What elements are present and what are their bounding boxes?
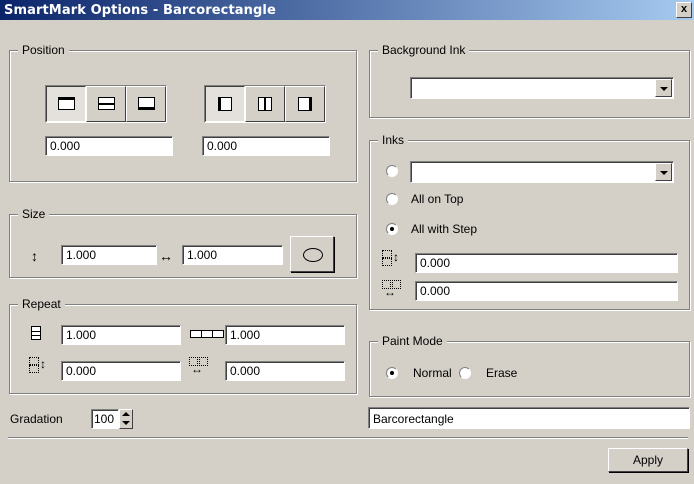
align-right-button[interactable] xyxy=(285,86,325,122)
normal-mode-label: Normal xyxy=(413,366,452,380)
all-with-step-label: All with Step xyxy=(411,222,478,236)
title-bar: SmartMark Options - Barcorectangle x xyxy=(0,0,694,20)
inks-dropdown[interactable] xyxy=(410,161,674,183)
align-left-button[interactable] xyxy=(205,86,245,122)
size-height-input[interactable]: 1.000 xyxy=(61,245,157,265)
align-middle-button[interactable] xyxy=(86,86,126,122)
gradation-spinner[interactable] xyxy=(119,409,133,429)
inks-horizontal-step-input[interactable]: 0.000 xyxy=(415,281,678,301)
all-on-top-label: All on Top xyxy=(411,192,464,206)
all-on-top-radio[interactable] xyxy=(386,193,398,205)
step-vertical-icon: ↕ xyxy=(382,250,400,266)
background-ink-legend: Background Ink xyxy=(378,42,470,58)
close-icon[interactable]: x xyxy=(676,2,692,18)
size-width-input[interactable]: 1.000 xyxy=(182,245,283,265)
gradation-input[interactable]: 100 xyxy=(91,409,119,429)
size-legend: Size xyxy=(18,206,50,222)
repeat-horizontal-icon xyxy=(190,330,224,338)
align-bottom-icon xyxy=(138,97,155,110)
background-ink-dropdown[interactable] xyxy=(410,77,674,99)
repeat-vertical-icon xyxy=(31,326,41,340)
window-title: SmartMark Options - Barcorectangle xyxy=(4,3,276,18)
smartmark-name-input[interactable]: Barcorectangle xyxy=(368,407,690,429)
normal-mode-radio[interactable] xyxy=(386,367,398,379)
position-horizontal-input[interactable]: 0.000 xyxy=(202,136,330,156)
align-top-icon xyxy=(58,97,75,110)
paint-mode-legend: Paint Mode xyxy=(378,333,447,349)
repeat-vertical-step-input[interactable]: 0.000 xyxy=(61,361,181,381)
vertical-align-buttons xyxy=(45,85,167,123)
bottom-separator xyxy=(8,437,688,439)
repeat-horizontal-count-input[interactable]: 1.000 xyxy=(225,325,345,345)
repeat-horizontal-step-input[interactable]: 0.000 xyxy=(225,361,345,381)
align-center-button[interactable] xyxy=(245,86,285,122)
align-bottom-button[interactable] xyxy=(126,86,166,122)
step-horizontal-icon: ↔ xyxy=(189,357,209,375)
height-arrow-icon: ↕ xyxy=(31,248,38,264)
align-top-button[interactable] xyxy=(46,86,86,122)
inks-legend: Inks xyxy=(378,132,409,148)
position-legend: Position xyxy=(18,42,69,58)
repeat-legend: Repeat xyxy=(18,296,65,312)
gradation-label: Gradation xyxy=(10,412,63,426)
inks-select-radio[interactable] xyxy=(386,165,398,177)
position-vertical-input[interactable]: 0.000 xyxy=(45,136,173,156)
chevron-down-icon[interactable] xyxy=(655,163,672,181)
repeat-vertical-count-input[interactable]: 1.000 xyxy=(61,325,181,345)
inks-vertical-step-input[interactable]: 0.000 xyxy=(415,253,678,273)
erase-mode-radio[interactable] xyxy=(459,367,471,379)
step-vertical-icon: ↕ xyxy=(29,357,47,373)
width-arrow-icon: ↔ xyxy=(159,248,173,264)
apply-button[interactable]: Apply xyxy=(608,448,688,472)
ellipse-icon xyxy=(303,248,323,262)
all-with-step-radio[interactable] xyxy=(386,223,398,235)
horizontal-align-buttons xyxy=(204,85,326,123)
align-center-line xyxy=(264,97,266,111)
align-right-icon xyxy=(298,97,312,111)
align-left-icon xyxy=(218,97,232,111)
shape-button[interactable] xyxy=(290,236,334,272)
align-middle-line xyxy=(98,103,115,105)
step-horizontal-icon: ↔ xyxy=(382,280,402,298)
chevron-down-icon[interactable] xyxy=(655,79,672,97)
erase-mode-label: Erase xyxy=(486,366,518,380)
